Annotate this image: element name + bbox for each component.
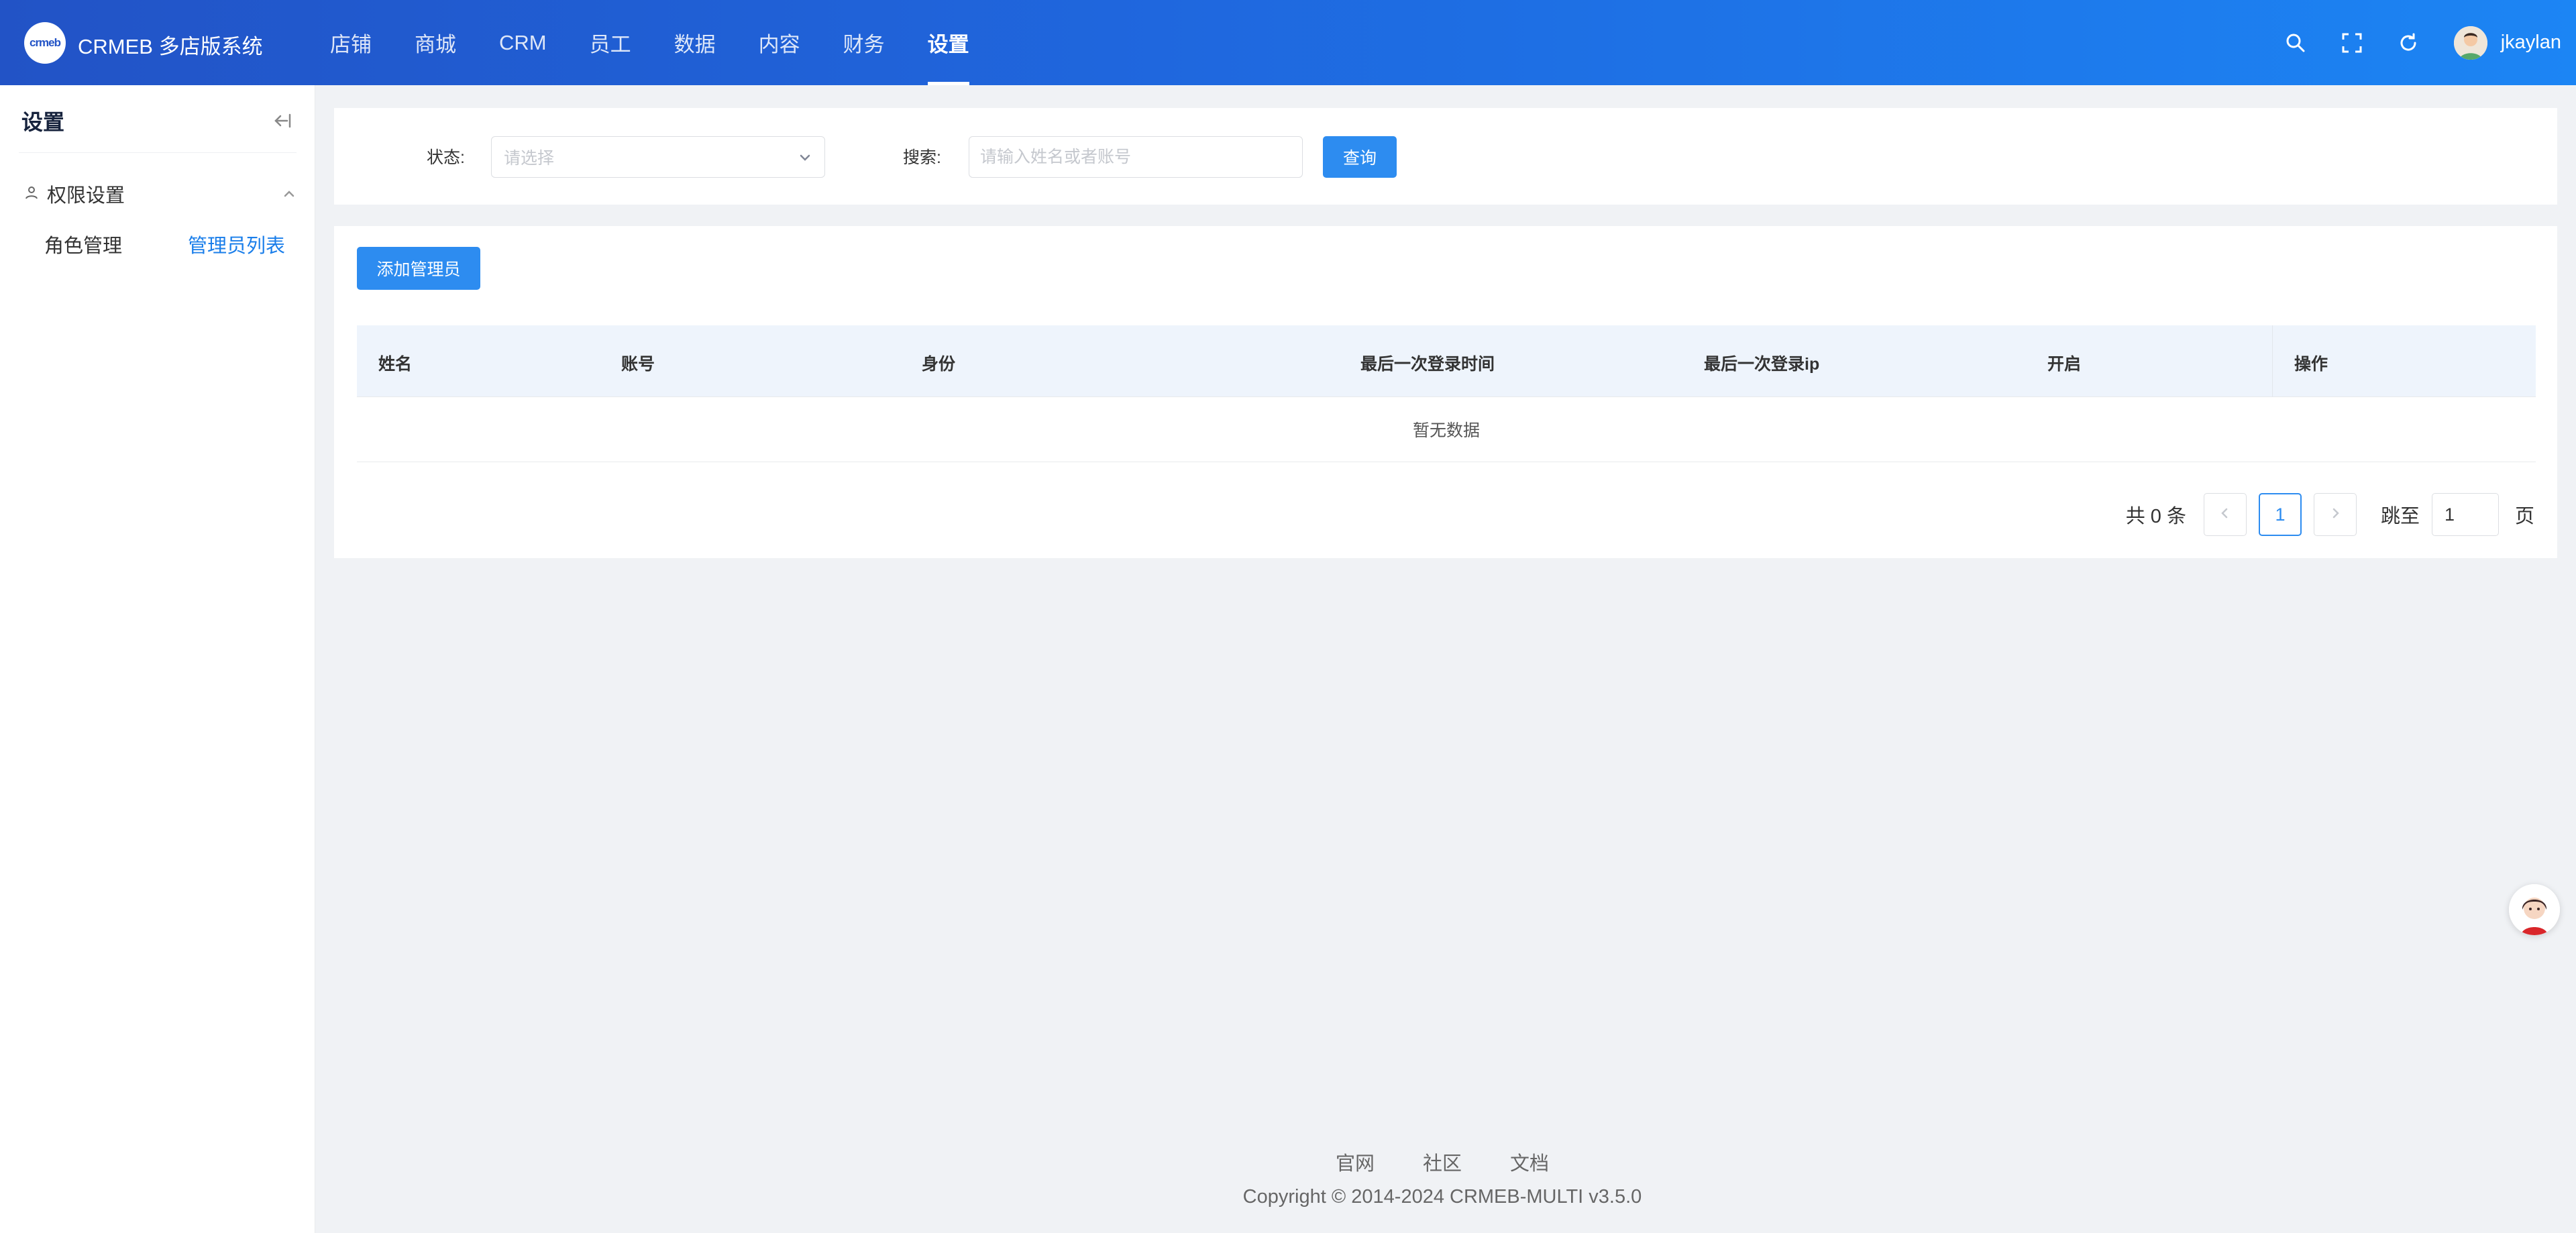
nav-label: CRM xyxy=(499,30,547,54)
nav-item-crm[interactable]: CRM xyxy=(478,0,568,85)
column-separator xyxy=(2272,325,2273,397)
column-header-last-login-ip: 最后一次登录ip xyxy=(1704,355,1820,374)
sidebar-item-role-management[interactable]: 角色管理 xyxy=(44,230,122,258)
copyright: Copyright © 2014-2024 CRMEB-MULTI v3.5.0 xyxy=(1242,1186,1642,1208)
nav-label: 店铺 xyxy=(330,33,372,56)
nav-label: 内容 xyxy=(758,33,800,56)
nav-label: 商城 xyxy=(415,33,456,56)
table-header: 姓名 账号 身份 最后一次登录时间 最后一次登录ip 开启 操作 xyxy=(357,325,2536,397)
status-select[interactable]: 请选择 xyxy=(491,136,825,178)
column-header-enabled: 开启 xyxy=(2047,355,2082,374)
user-avatar[interactable] xyxy=(2453,25,2487,60)
menu-group-label: 权限设置 xyxy=(47,185,125,207)
column-header-actions: 操作 xyxy=(2294,355,2328,374)
nav-label: 数据 xyxy=(674,33,716,56)
column-header-last-login-time: 最后一次登录时间 xyxy=(1360,355,1495,374)
jump-page-input[interactable] xyxy=(2431,493,2499,536)
nav-label: 设置 xyxy=(927,33,969,56)
username[interactable]: jkaylan xyxy=(2501,32,2561,54)
collapse-sidebar-icon[interactable] xyxy=(271,109,294,132)
user-icon xyxy=(24,185,39,203)
nav-label: 财务 xyxy=(843,33,885,56)
nav-item-settings[interactable]: 设置 xyxy=(906,0,991,85)
sidebar: 设置 权限设置 角色管理 管理员列表 xyxy=(0,85,315,1233)
header-tools: jkaylan xyxy=(2267,0,2561,85)
search-icon[interactable] xyxy=(2281,28,2310,58)
footer-links: 官网 社区 文档 xyxy=(1308,1148,1576,1175)
customer-service-avatar[interactable] xyxy=(2509,884,2560,935)
admin-list-card: 添加管理员 姓名 账号 身份 最后一次登录时间 最后一次登录ip 开启 操作 暂… xyxy=(334,226,2557,558)
nav-item-staff[interactable]: 员工 xyxy=(568,0,653,85)
footer-link-docs[interactable]: 文档 xyxy=(1510,1148,1549,1175)
chevron-down-icon xyxy=(798,150,812,170)
filter-card: 状态: 请选择 搜索: 查询 xyxy=(334,108,2557,205)
nav-item-mall[interactable]: 商城 xyxy=(393,0,478,85)
sidebar-divider xyxy=(19,152,297,153)
footer-link-website[interactable]: 官网 xyxy=(1336,1148,1375,1175)
next-page-button[interactable] xyxy=(2313,493,2357,536)
refresh-icon[interactable] xyxy=(2394,28,2423,58)
nav-item-data[interactable]: 数据 xyxy=(653,0,737,85)
prev-page-button[interactable] xyxy=(2203,493,2247,536)
admin-table: 姓名 账号 身份 最后一次登录时间 最后一次登录ip 开启 操作 暂无数据 xyxy=(357,325,2536,462)
page-suffix: 页 xyxy=(2514,506,2534,527)
query-button[interactable]: 查询 xyxy=(1323,136,1397,178)
chevron-up-icon xyxy=(282,186,297,205)
footer-link-community[interactable]: 社区 xyxy=(1423,1148,1462,1175)
column-header-role: 身份 xyxy=(922,355,956,374)
chevron-left-icon xyxy=(2218,506,2232,523)
page-number-current[interactable]: 1 xyxy=(2258,493,2302,536)
nav-item-finance[interactable]: 财务 xyxy=(822,0,906,85)
top-header: crmeb CRMEB 多店版系统 店铺 商城 CRM 员工 数据 内容 财务 … xyxy=(0,0,2576,85)
pagination-total: 共 0 条 xyxy=(2125,506,2186,527)
sidebar-item-admin-list[interactable]: 管理员列表 xyxy=(188,230,285,258)
empty-text: 暂无数据 xyxy=(1412,421,1480,440)
fullscreen-icon[interactable] xyxy=(2337,28,2367,58)
sidebar-title: 设置 xyxy=(21,110,65,134)
search-label: 搜索: xyxy=(903,148,941,167)
pagination: 共 0 条 1 跳至 页 xyxy=(2126,493,2534,536)
status-label: 状态: xyxy=(427,148,465,167)
jump-label: 跳至 xyxy=(2380,506,2420,527)
main-nav: 店铺 商城 CRM 员工 数据 内容 财务 设置 xyxy=(309,0,991,85)
nav-item-content[interactable]: 内容 xyxy=(737,0,822,85)
nav-item-store[interactable]: 店铺 xyxy=(309,0,393,85)
search-input[interactable] xyxy=(969,136,1303,178)
column-header-name: 姓名 xyxy=(378,355,413,374)
add-admin-button[interactable]: 添加管理员 xyxy=(357,247,480,290)
menu-group-permissions[interactable]: 权限设置 xyxy=(24,177,297,211)
crmeb-logo[interactable]: crmeb xyxy=(24,22,66,64)
status-select-placeholder: 请选择 xyxy=(504,149,555,168)
column-header-account: 账号 xyxy=(621,355,655,374)
empty-row: 暂无数据 xyxy=(357,397,2536,462)
chevron-right-icon xyxy=(2328,506,2342,523)
nav-label: 员工 xyxy=(589,33,631,56)
app-title: CRMEB 多店版系统 xyxy=(78,35,263,58)
